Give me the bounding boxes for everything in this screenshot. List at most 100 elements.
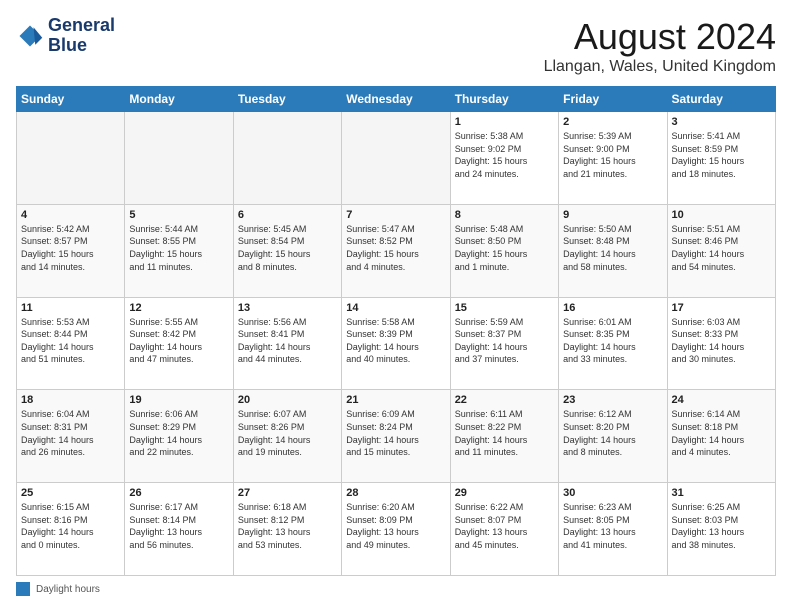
day-info: Sunrise: 6:25 AM Sunset: 8:03 PM Dayligh… (672, 501, 771, 551)
day-info: Sunrise: 6:15 AM Sunset: 8:16 PM Dayligh… (21, 501, 120, 551)
calendar-week-3: 11 Sunrise: 5:53 AM Sunset: 8:44 PM Dayli… (17, 297, 776, 390)
calendar-cell: 1 Sunrise: 5:38 AM Sunset: 9:02 PM Daylig… (450, 112, 558, 205)
day-info: Sunrise: 6:12 AM Sunset: 8:20 PM Dayligh… (563, 408, 662, 458)
location: Llangan, Wales, United Kingdom (544, 58, 776, 76)
day-info: Sunrise: 6:03 AM Sunset: 8:33 PM Dayligh… (672, 316, 771, 366)
day-info: Sunrise: 5:50 AM Sunset: 8:48 PM Dayligh… (563, 223, 662, 273)
calendar-cell: 16 Sunrise: 6:01 AM Sunset: 8:35 PM Dayli… (559, 297, 667, 390)
daylight-label: Daylight hours (36, 584, 100, 595)
calendar-cell: 12 Sunrise: 5:55 AM Sunset: 8:42 PM Dayli… (125, 297, 233, 390)
calendar-cell: 17 Sunrise: 6:03 AM Sunset: 8:33 PM Dayli… (667, 297, 775, 390)
calendar-cell: 7Sunrise: 5:47 AM Sunset: 8:52 PM Daylig… (342, 204, 450, 297)
day-number: 11 (21, 302, 120, 314)
day-info: Sunrise: 5:58 AM Sunset: 8:39 PM Dayligh… (346, 316, 445, 366)
col-saturday: Saturday (667, 87, 775, 112)
day-info: Sunrise: 5:38 AM Sunset: 9:02 PM Dayligh… (455, 130, 554, 180)
day-info: Sunrise: 5:59 AM Sunset: 8:37 PM Dayligh… (455, 316, 554, 366)
calendar-cell: 24Sunrise: 6:14 AM Sunset: 8:18 PM Dayli… (667, 390, 775, 483)
day-info: Sunrise: 6:06 AM Sunset: 8:29 PM Dayligh… (129, 408, 228, 458)
calendar-cell: 13 Sunrise: 5:56 AM Sunset: 8:41 PM Dayli… (233, 297, 341, 390)
logo-line1: General (48, 16, 115, 36)
day-info: Sunrise: 5:41 AM Sunset: 8:59 PM Dayligh… (672, 130, 771, 180)
day-info: Sunrise: 5:39 AM Sunset: 9:00 PM Dayligh… (563, 130, 662, 180)
day-info: Sunrise: 6:04 AM Sunset: 8:31 PM Dayligh… (21, 408, 120, 458)
day-number: 30 (563, 487, 662, 499)
col-wednesday: Wednesday (342, 87, 450, 112)
day-number: 14 (346, 302, 445, 314)
calendar-table: Sunday Monday Tuesday Wednesday Thursday… (16, 86, 776, 576)
footer: Daylight hours (16, 582, 776, 596)
day-number: 25 (21, 487, 120, 499)
calendar-week-2: 4Sunrise: 5:42 AM Sunset: 8:57 PM Daylig… (17, 204, 776, 297)
logo-icon (16, 22, 44, 50)
day-number: 31 (672, 487, 771, 499)
day-info: Sunrise: 5:47 AM Sunset: 8:52 PM Dayligh… (346, 223, 445, 273)
day-number: 13 (238, 302, 337, 314)
day-info: Sunrise: 5:55 AM Sunset: 8:42 PM Dayligh… (129, 316, 228, 366)
day-number: 5 (129, 209, 228, 221)
calendar-cell: 26 Sunrise: 6:17 AM Sunset: 8:14 PM Dayli… (125, 483, 233, 576)
calendar-cell: 18 Sunrise: 6:04 AM Sunset: 8:31 PM Dayli… (17, 390, 125, 483)
calendar-cell: 21Sunrise: 6:09 AM Sunset: 8:24 PM Dayli… (342, 390, 450, 483)
calendar-cell: 6 Sunrise: 5:45 AM Sunset: 8:54 PM Daylig… (233, 204, 341, 297)
calendar-cell: 2 Sunrise: 5:39 AM Sunset: 9:00 PM Daylig… (559, 112, 667, 205)
calendar-cell: 29Sunrise: 6:22 AM Sunset: 8:07 PM Dayli… (450, 483, 558, 576)
day-info: Sunrise: 6:23 AM Sunset: 8:05 PM Dayligh… (563, 501, 662, 551)
day-number: 9 (563, 209, 662, 221)
day-number: 23 (563, 394, 662, 406)
col-friday: Friday (559, 87, 667, 112)
day-info: Sunrise: 6:01 AM Sunset: 8:35 PM Dayligh… (563, 316, 662, 366)
calendar-week-4: 18 Sunrise: 6:04 AM Sunset: 8:31 PM Dayli… (17, 390, 776, 483)
day-info: Sunrise: 5:45 AM Sunset: 8:54 PM Dayligh… (238, 223, 337, 273)
day-number: 24 (672, 394, 771, 406)
day-number: 18 (21, 394, 120, 406)
day-number: 1 (455, 116, 554, 128)
col-tuesday: Tuesday (233, 87, 341, 112)
day-info: Sunrise: 5:56 AM Sunset: 8:41 PM Dayligh… (238, 316, 337, 366)
calendar-cell: 25 Sunrise: 6:15 AM Sunset: 8:16 PM Dayli… (17, 483, 125, 576)
day-number: 15 (455, 302, 554, 314)
day-number: 20 (238, 394, 337, 406)
day-number: 3 (672, 116, 771, 128)
day-number: 29 (455, 487, 554, 499)
calendar-cell: 22Sunrise: 6:11 AM Sunset: 8:22 PM Dayli… (450, 390, 558, 483)
calendar-cell: 11 Sunrise: 5:53 AM Sunset: 8:44 PM Dayli… (17, 297, 125, 390)
day-number: 22 (455, 394, 554, 406)
calendar-cell (17, 112, 125, 205)
day-info: Sunrise: 5:53 AM Sunset: 8:44 PM Dayligh… (21, 316, 120, 366)
day-info: Sunrise: 6:17 AM Sunset: 8:14 PM Dayligh… (129, 501, 228, 551)
day-info: Sunrise: 5:48 AM Sunset: 8:50 PM Dayligh… (455, 223, 554, 273)
day-info: Sunrise: 6:18 AM Sunset: 8:12 PM Dayligh… (238, 501, 337, 551)
calendar-cell: 27Sunrise: 6:18 AM Sunset: 8:12 PM Dayli… (233, 483, 341, 576)
page: General Blue August 2024 Llangan, Wales,… (0, 0, 792, 612)
title-block: August 2024 Llangan, Wales, United Kingd… (544, 16, 776, 76)
day-info: Sunrise: 6:07 AM Sunset: 8:26 PM Dayligh… (238, 408, 337, 458)
daylight-legend-box (16, 582, 30, 596)
calendar-cell: 5 Sunrise: 5:44 AM Sunset: 8:55 PM Daylig… (125, 204, 233, 297)
day-number: 8 (455, 209, 554, 221)
calendar-cell: 28Sunrise: 6:20 AM Sunset: 8:09 PM Dayli… (342, 483, 450, 576)
col-sunday: Sunday (17, 87, 125, 112)
day-number: 28 (346, 487, 445, 499)
calendar-cell: 30 Sunrise: 6:23 AM Sunset: 8:05 PM Dayli… (559, 483, 667, 576)
day-number: 6 (238, 209, 337, 221)
day-info: Sunrise: 5:44 AM Sunset: 8:55 PM Dayligh… (129, 223, 228, 273)
logo-line2: Blue (48, 36, 115, 56)
calendar-week-5: 25 Sunrise: 6:15 AM Sunset: 8:16 PM Dayli… (17, 483, 776, 576)
day-number: 26 (129, 487, 228, 499)
day-number: 17 (672, 302, 771, 314)
day-number: 2 (563, 116, 662, 128)
calendar-cell: 15 Sunrise: 5:59 AM Sunset: 8:37 PM Dayli… (450, 297, 558, 390)
col-thursday: Thursday (450, 87, 558, 112)
day-number: 16 (563, 302, 662, 314)
month-year: August 2024 (544, 16, 776, 58)
logo: General Blue (16, 16, 115, 56)
calendar-cell (125, 112, 233, 205)
calendar-cell: 10Sunrise: 5:51 AM Sunset: 8:46 PM Dayli… (667, 204, 775, 297)
calendar-cell (233, 112, 341, 205)
calendar-cell: 8 Sunrise: 5:48 AM Sunset: 8:50 PM Daylig… (450, 204, 558, 297)
day-number: 12 (129, 302, 228, 314)
calendar-week-1: 1 Sunrise: 5:38 AM Sunset: 9:02 PM Daylig… (17, 112, 776, 205)
day-info: Sunrise: 5:42 AM Sunset: 8:57 PM Dayligh… (21, 223, 120, 273)
calendar-cell: 14 Sunrise: 5:58 AM Sunset: 8:39 PM Dayli… (342, 297, 450, 390)
